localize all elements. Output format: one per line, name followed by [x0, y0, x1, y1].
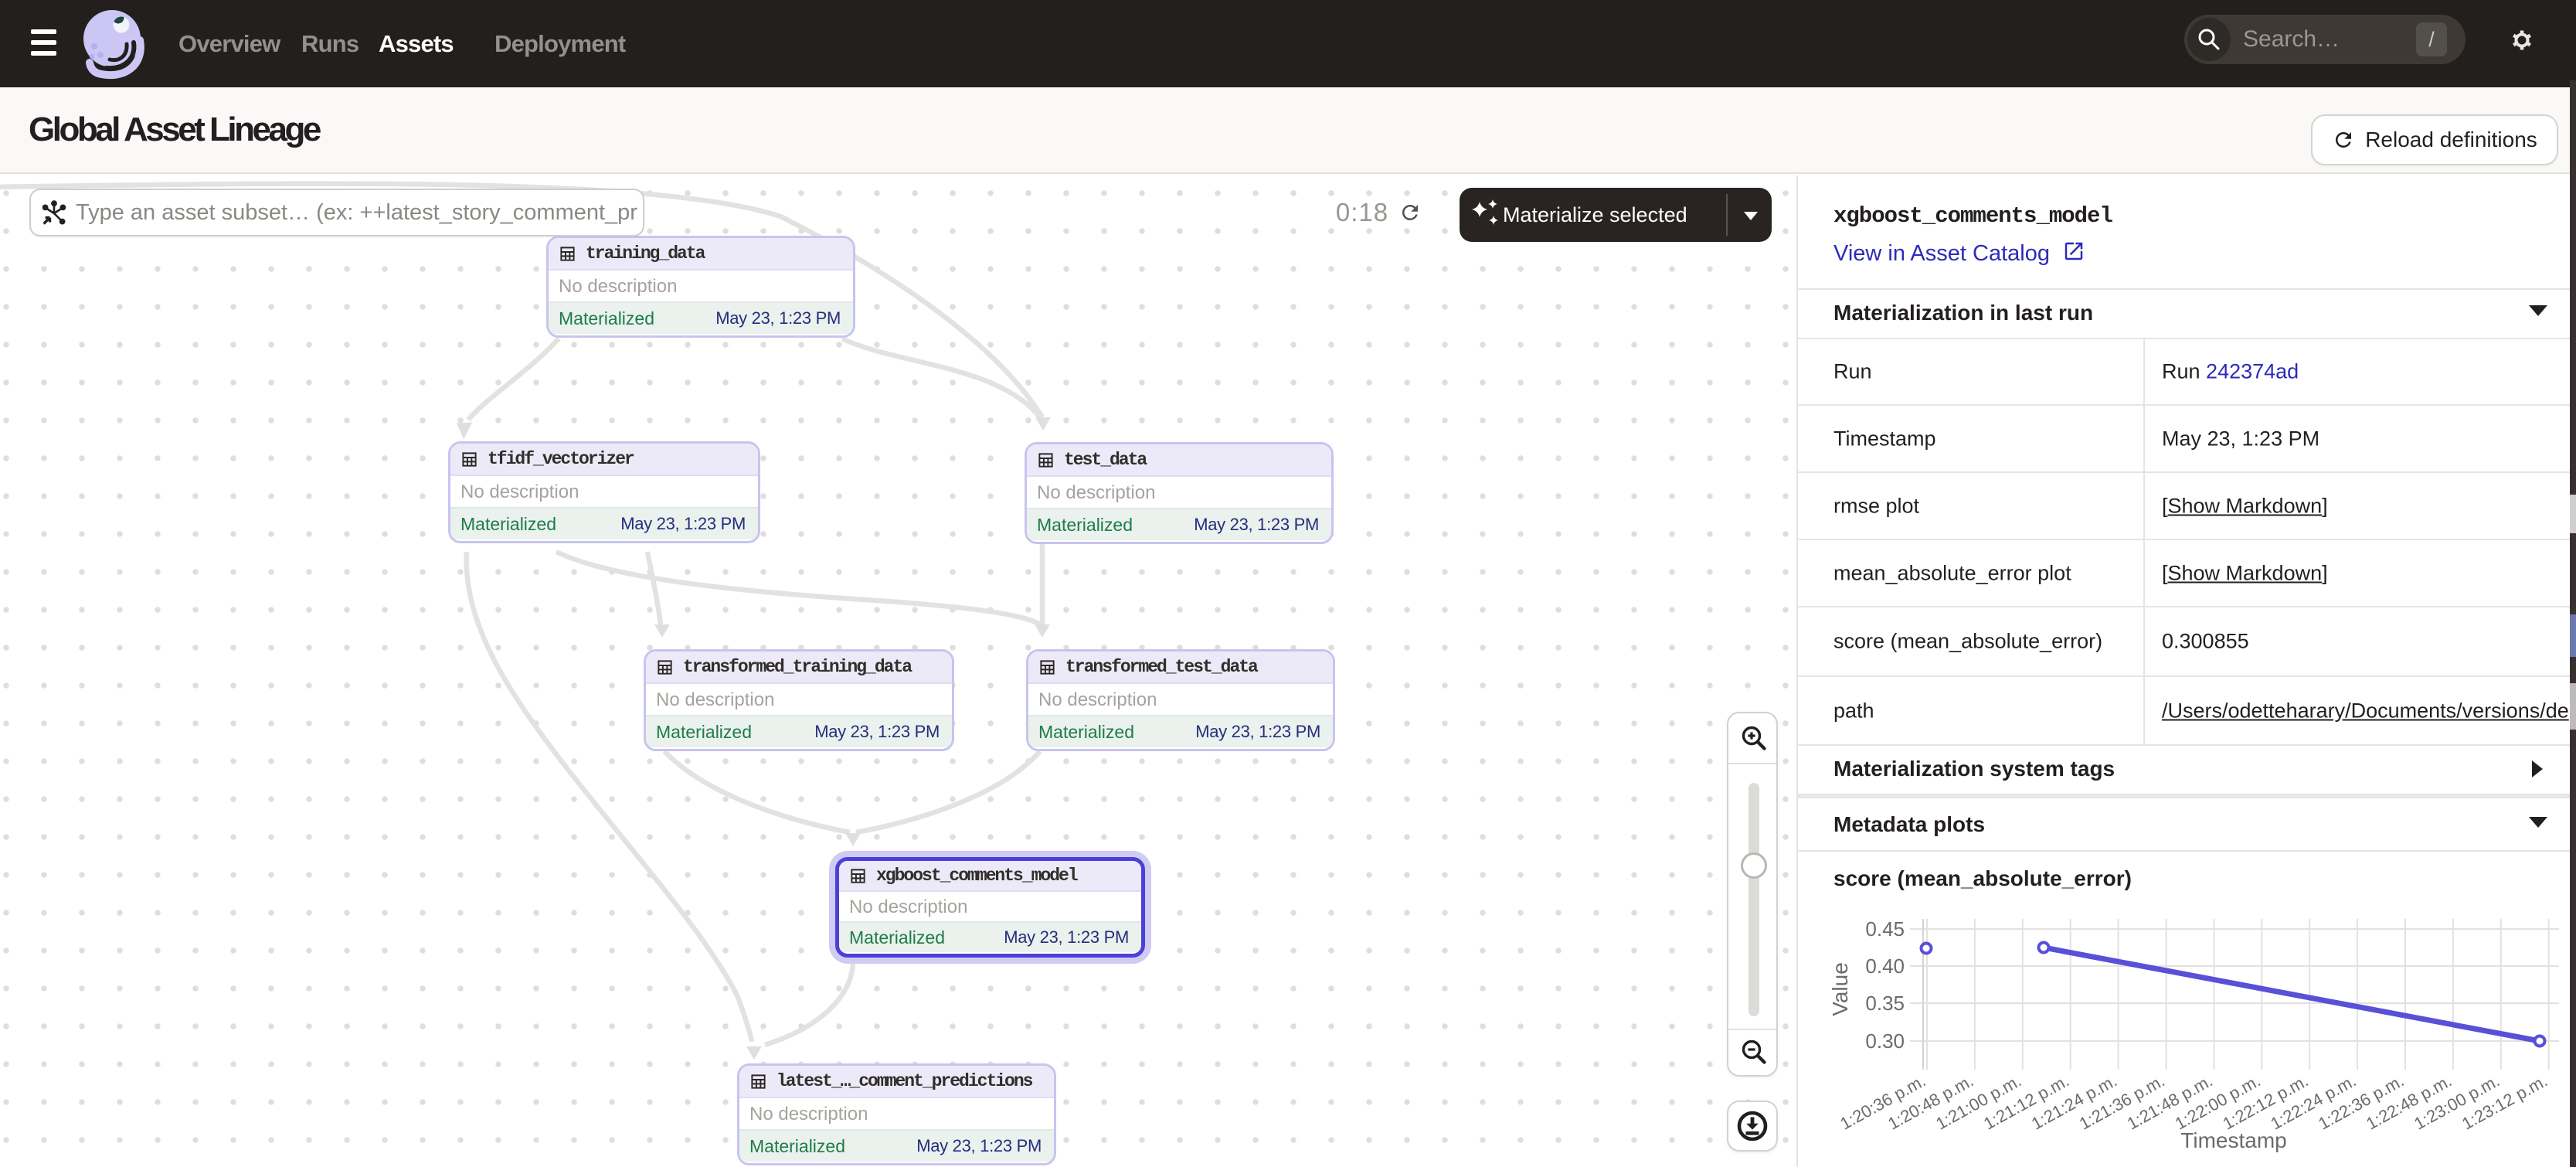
svg-text:0.40: 0.40: [1865, 954, 1905, 978]
svg-text:0.35: 0.35: [1865, 992, 1905, 1015]
svg-text:0.30: 0.30: [1865, 1029, 1905, 1053]
svg-text:Timestamp: Timestamp: [2180, 1128, 2286, 1152]
svg-text:Value: Value: [1828, 962, 1852, 1016]
svg-text:0.45: 0.45: [1865, 917, 1905, 941]
